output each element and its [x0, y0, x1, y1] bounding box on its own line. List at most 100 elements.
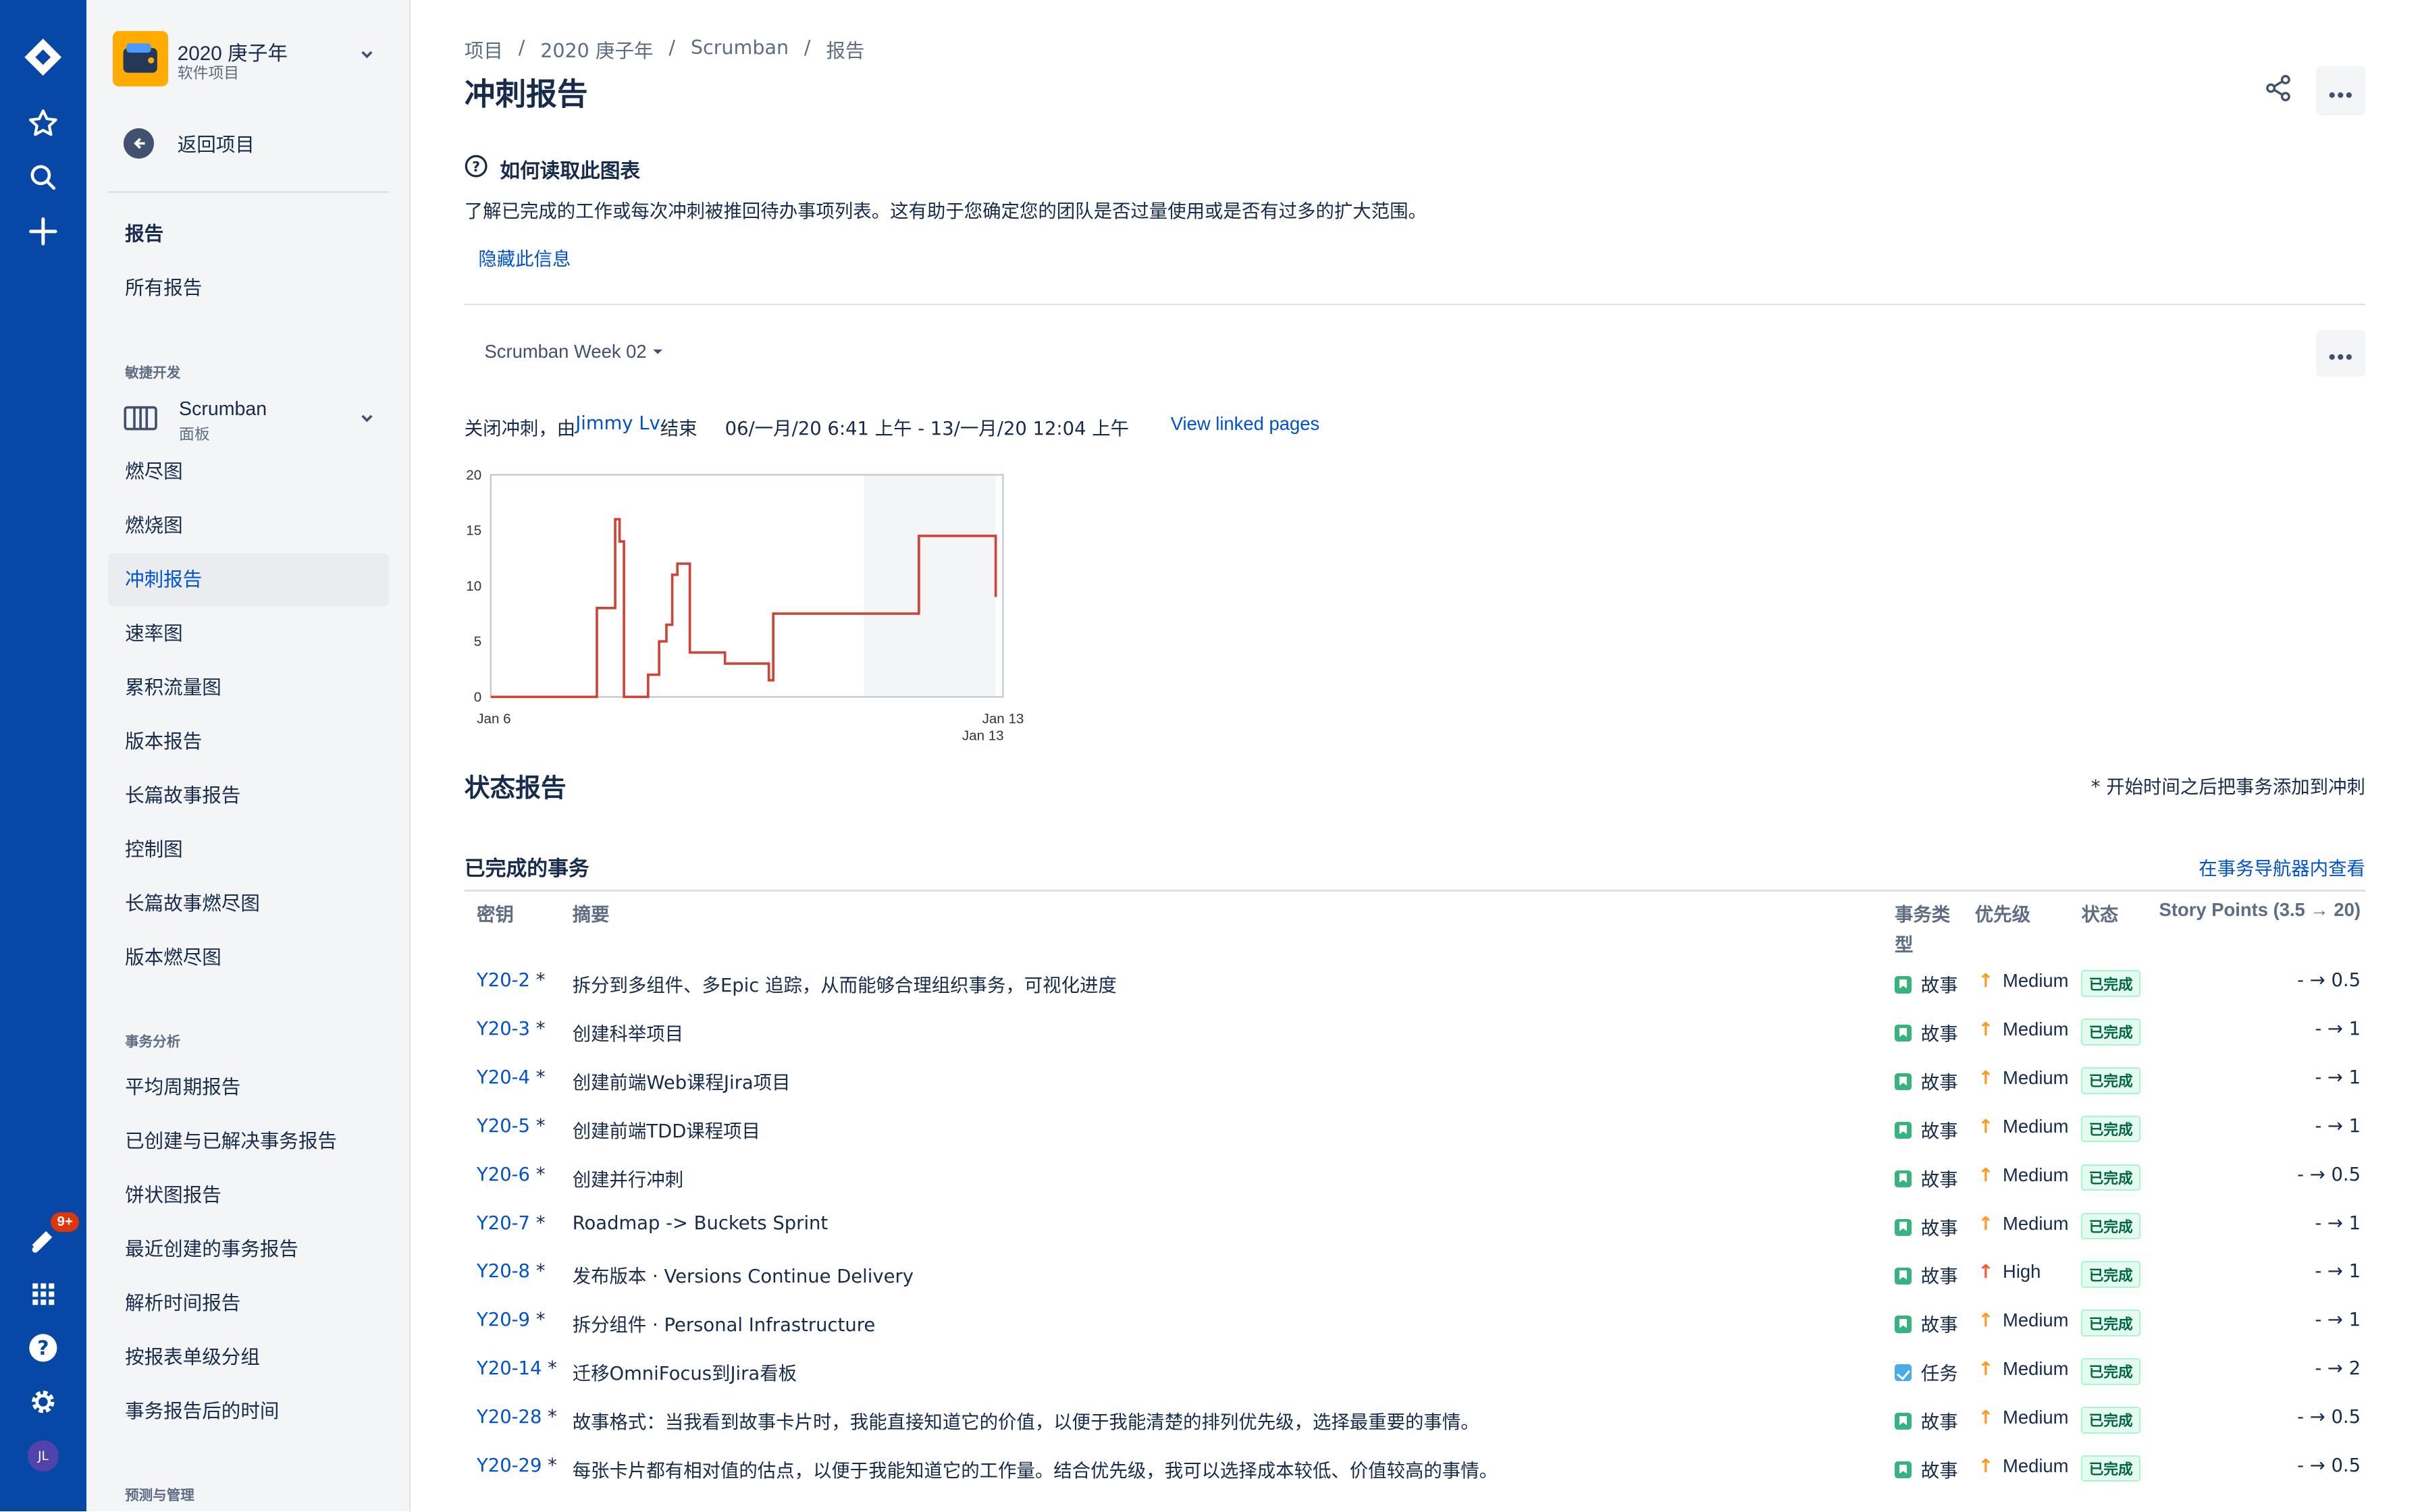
- story-points-change: - → 0.5: [2297, 1455, 2361, 1476]
- share-button[interactable]: [2254, 66, 2303, 115]
- issue-type-label: 故事: [1920, 1218, 1958, 1239]
- priority-label: Medium: [2003, 1164, 2069, 1185]
- back-to-project-button[interactable]: 返回项目: [123, 126, 255, 160]
- search-icon[interactable]: [22, 156, 65, 199]
- table-row: Y20-29 * 每张卡片都有相对值的估点，以便于我能知道它的工作量。结合优先级，…: [465, 1455, 2365, 1503]
- sidebar-item-pie-chart[interactable]: 饼状图报告: [108, 1169, 389, 1222]
- help-icon[interactable]: ?: [22, 1326, 65, 1370]
- issue-key-link[interactable]: Y20-2: [477, 970, 530, 991]
- y-tick-label: 10: [466, 578, 481, 594]
- jira-logo-icon[interactable]: [22, 36, 65, 79]
- hide-info-link[interactable]: 隐藏此信息: [478, 244, 571, 271]
- sidebar-item-release-burndown[interactable]: 版本燃尽图: [108, 932, 389, 984]
- issue-key-cell: Y20-2 *: [477, 970, 545, 991]
- sidebar-item-sprint-report[interactable]: 冲刺报告: [107, 554, 389, 606]
- sidebar-item-velocity[interactable]: 速率图: [108, 608, 389, 660]
- sidebar-item-control-chart[interactable]: 控制图: [108, 824, 389, 876]
- issue-key-link[interactable]: Y20-3: [477, 1019, 530, 1040]
- issue-type-label: 故事: [1920, 1169, 1958, 1191]
- app-switcher-icon[interactable]: [22, 1272, 65, 1316]
- status-badge: 已完成: [2081, 1164, 2140, 1191]
- global-navigation: 9+ ? JL: [0, 0, 86, 1512]
- story-type-icon: [1894, 1316, 1912, 1333]
- issue-summary: 创建前端TDD课程项目: [572, 1120, 760, 1142]
- issue-key-cell: Y20-14 *: [477, 1358, 557, 1379]
- breadcrumb-item[interactable]: 项目: [465, 36, 503, 63]
- breadcrumb-item[interactable]: 报告: [826, 36, 864, 63]
- sidebar-item-epic-report[interactable]: 长篇故事报告: [108, 770, 389, 822]
- help-description: 了解已完成的工作或每次冲刺被推回待办事项列表。这有助于您确定您的团队是否过量使用…: [464, 201, 1427, 223]
- sidebar-item-burnup[interactable]: 燃烧图: [108, 500, 389, 552]
- table-top-divider: [464, 890, 2365, 892]
- issue-type-label: 故事: [1920, 1315, 1958, 1336]
- status-report-title: 状态报告: [464, 772, 567, 803]
- issue-key-link[interactable]: Y20-14: [477, 1358, 542, 1379]
- chart-options-button[interactable]: [2315, 329, 2365, 377]
- sidebar-item-version-report[interactable]: 版本报告: [108, 716, 389, 768]
- priority-arrow-up-icon: ↑: [1978, 1164, 1994, 1186]
- sidebar-item-burndown[interactable]: 燃尽图: [108, 446, 389, 498]
- issue-summary: Roadmap -> Buckets Sprint: [572, 1212, 828, 1234]
- project-sidebar: 2020 庚子年 软件项目 返回项目 报告 所有报告 敏捷开发 Scrumban…: [86, 0, 411, 1512]
- view-in-navigator-link[interactable]: 在事务导航器内查看: [2199, 853, 2365, 880]
- closed-by-user-link[interactable]: Jimmy Lv: [575, 413, 660, 440]
- story-points-change: - → 1: [2315, 1066, 2361, 1088]
- story-type-icon: [1894, 976, 1912, 994]
- priority-label: Medium: [2003, 1212, 2069, 1234]
- sidebar-item-recently-created[interactable]: 最近创建的事务报告: [108, 1223, 389, 1276]
- issue-key-link[interactable]: Y20-6: [477, 1164, 530, 1185]
- issue-priority-cell: ↑ Medium: [1978, 1310, 2068, 1331]
- issue-priority-cell: ↑ Medium: [1978, 1213, 2068, 1235]
- sidebar-item-resolution-time[interactable]: 解析时间报告: [108, 1277, 389, 1330]
- star-icon[interactable]: [22, 102, 65, 145]
- board-switcher[interactable]: Scrumban 面板: [124, 398, 389, 445]
- issue-key-link[interactable]: Y20-29: [477, 1455, 542, 1476]
- issue-key-link[interactable]: Y20-28: [477, 1407, 542, 1428]
- sidebar-item-time-since[interactable]: 事务报告后的时间: [108, 1385, 389, 1438]
- more-actions-button[interactable]: [2315, 66, 2365, 116]
- view-linked-pages-link[interactable]: View linked pages: [1171, 413, 1319, 440]
- project-type: 软件项目: [177, 65, 240, 83]
- issue-summary: 迁移OmniFocus到Jira看板: [572, 1364, 797, 1385]
- issue-key-cell: Y20-4 *: [477, 1067, 545, 1088]
- issue-key-link[interactable]: Y20-8: [477, 1261, 530, 1282]
- sprint-selector[interactable]: Scrumban Week 02: [484, 341, 664, 362]
- story-points-change: - → 0.5: [2297, 1407, 2361, 1428]
- issue-priority-cell: ↑ Medium: [1978, 1358, 2068, 1380]
- sidebar-item-all-reports[interactable]: 所有报告: [108, 262, 389, 315]
- issue-key-link[interactable]: Y20-5: [477, 1116, 530, 1137]
- sidebar-item-created-vs-resolved[interactable]: 已创建与已解决事务报告: [108, 1115, 389, 1168]
- issue-key-link[interactable]: Y20-4: [477, 1067, 530, 1088]
- column-header-key: 密钥: [477, 905, 514, 926]
- breadcrumb-item[interactable]: 2020 庚子年: [540, 36, 653, 63]
- column-header-status: 状态: [2081, 905, 2119, 926]
- issue-summary: 创建前端Web课程Jira项目: [572, 1072, 791, 1094]
- issue-type-cell: 故事: [1894, 1067, 1958, 1094]
- table-row: Y20-6 * 创建并行冲刺 故事 ↑ Medium 已完成 - → 0.5: [465, 1164, 2365, 1212]
- settings-gear-icon[interactable]: [22, 1380, 65, 1424]
- issue-priority-cell: ↑ Medium: [1978, 1067, 2068, 1089]
- added-after-start-mark: *: [548, 1455, 557, 1476]
- issue-type-label: 故事: [1920, 1024, 1958, 1046]
- project-switcher[interactable]: 2020 庚子年 软件项目: [112, 30, 390, 90]
- user-avatar[interactable]: JL: [28, 1440, 59, 1472]
- create-plus-icon[interactable]: [22, 210, 65, 253]
- added-after-start-mark: *: [535, 1066, 546, 1088]
- sidebar-item-single-level-group[interactable]: 按报表单级分组: [108, 1331, 389, 1384]
- divider: [464, 304, 2365, 306]
- issue-status-cell: 已完成: [2081, 1261, 2140, 1288]
- issue-key-link[interactable]: Y20-7: [477, 1213, 530, 1234]
- issue-type-label: 故事: [1920, 1120, 1958, 1142]
- story-points-change: - → 1: [2315, 1261, 2361, 1282]
- sidebar-item-cumulative-flow[interactable]: 累积流量图: [108, 662, 389, 714]
- breadcrumb-item[interactable]: Scrumban: [691, 36, 789, 63]
- caret-down-icon: [652, 341, 664, 362]
- sidebar-item-epic-burndown[interactable]: 长篇故事燃尽图: [108, 878, 389, 930]
- issue-type-cell: 故事: [1894, 1116, 1958, 1143]
- issue-type-cell: 故事: [1894, 970, 1958, 997]
- issue-type-cell: 故事: [1894, 1213, 1958, 1240]
- issue-key-link[interactable]: Y20-9: [477, 1310, 530, 1330]
- sidebar-item-average-age[interactable]: 平均周期报告: [108, 1061, 389, 1114]
- column-header-summary: 摘要: [572, 905, 610, 926]
- priority-arrow-up-icon: ↑: [1978, 1455, 1994, 1477]
